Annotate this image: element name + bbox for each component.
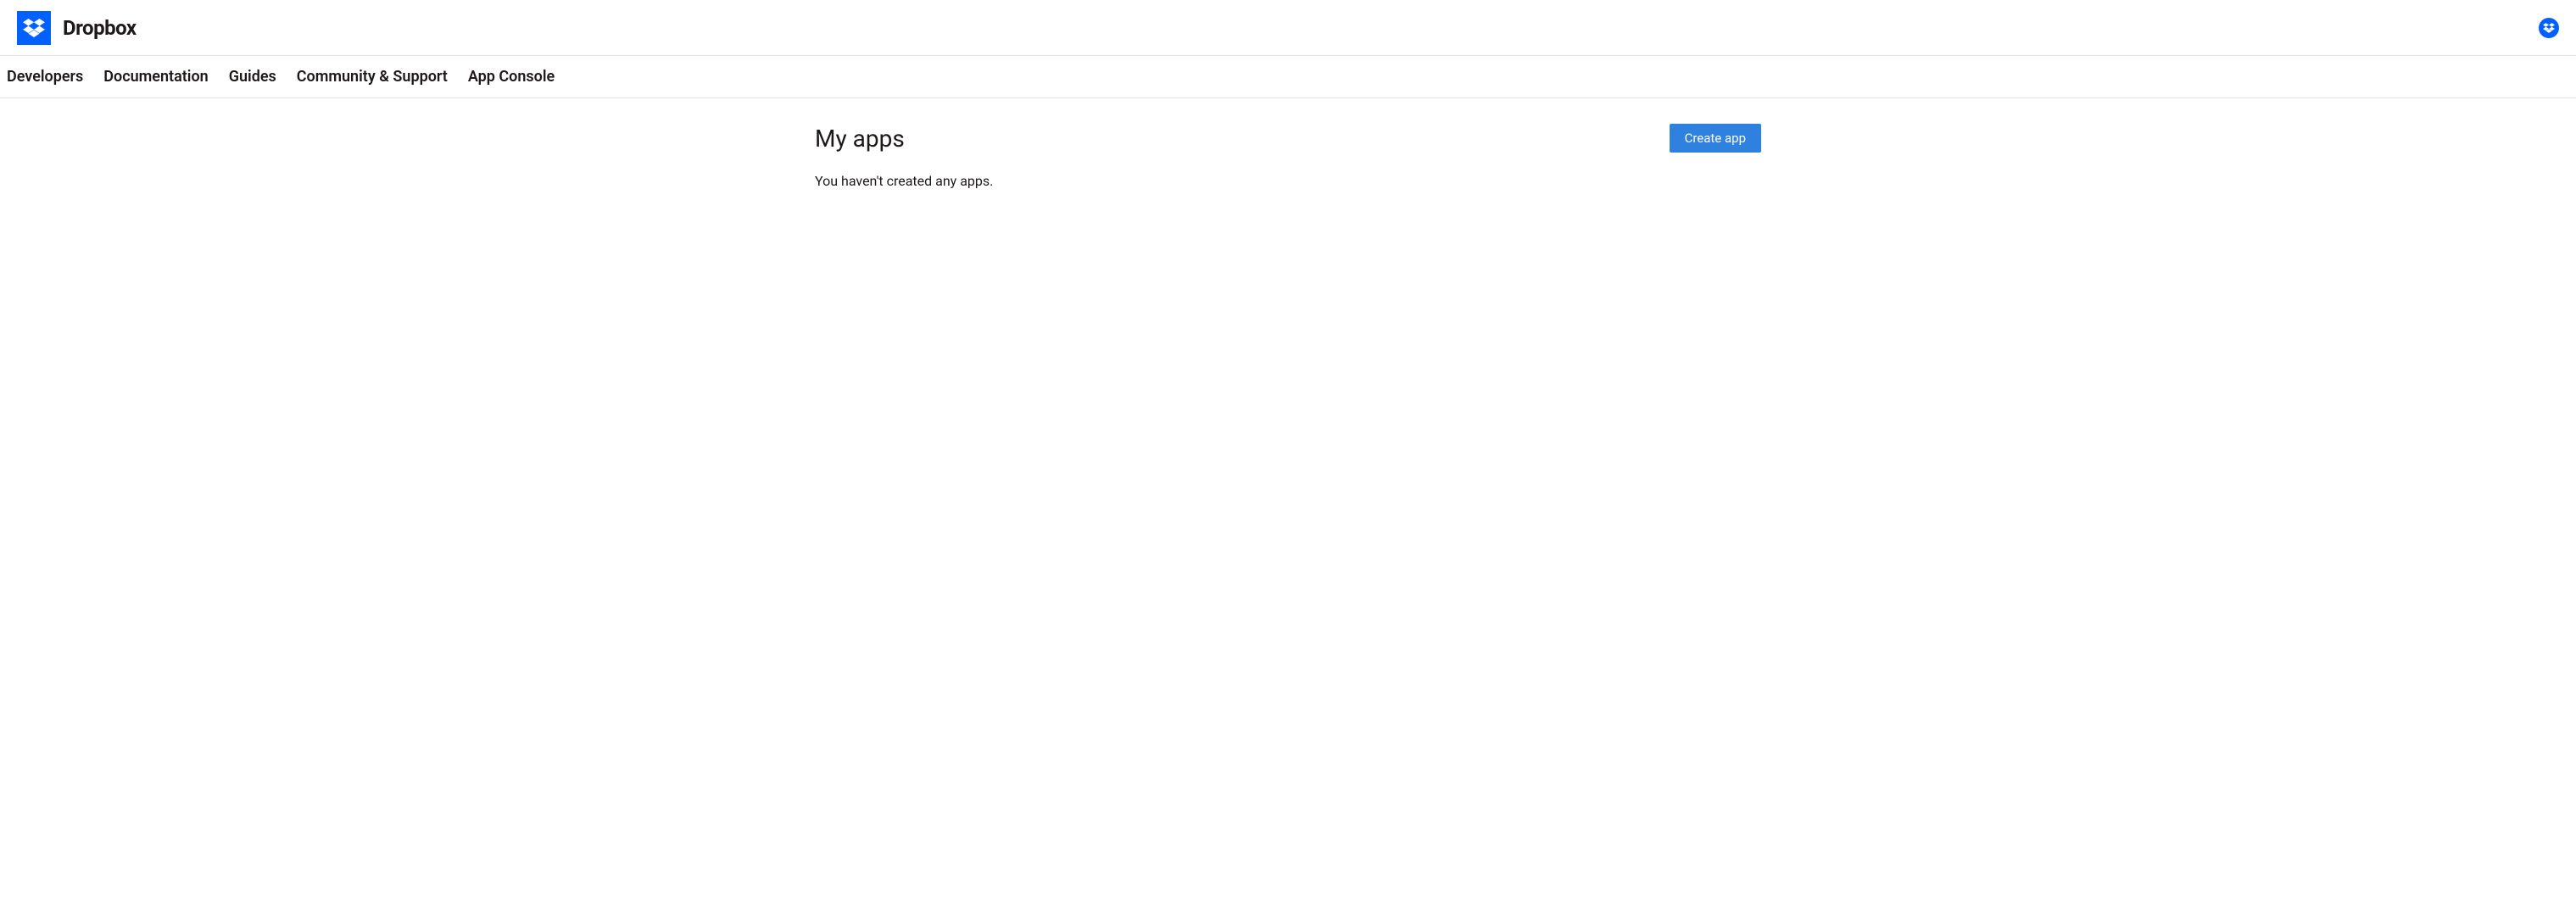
title-row: My apps Create app bbox=[815, 124, 1761, 153]
create-app-button[interactable]: Create app bbox=[1670, 124, 1761, 153]
nav-item-documentation[interactable]: Documentation bbox=[103, 68, 208, 86]
main-nav: Developers Documentation Guides Communit… bbox=[0, 56, 2576, 98]
nav-item-guides[interactable]: Guides bbox=[229, 68, 276, 86]
brand-wordmark[interactable]: Dropbox bbox=[63, 16, 137, 40]
empty-state-text: You haven't created any apps. bbox=[815, 173, 1761, 189]
dropbox-glyph-icon bbox=[23, 19, 45, 37]
header-left: Dropbox bbox=[17, 11, 137, 45]
main-content: My apps Create app You haven't created a… bbox=[815, 98, 1761, 189]
account-menu-button[interactable] bbox=[2539, 18, 2559, 38]
global-header: Dropbox bbox=[0, 0, 2576, 56]
nav-item-developers[interactable]: Developers bbox=[7, 68, 83, 86]
dropbox-mini-icon bbox=[2543, 23, 2555, 33]
nav-item-community-support[interactable]: Community & Support bbox=[297, 68, 448, 86]
nav-item-app-console[interactable]: App Console bbox=[468, 68, 555, 86]
page-title: My apps bbox=[815, 125, 905, 153]
brand-logo[interactable] bbox=[17, 11, 51, 45]
header-right bbox=[2539, 18, 2559, 38]
